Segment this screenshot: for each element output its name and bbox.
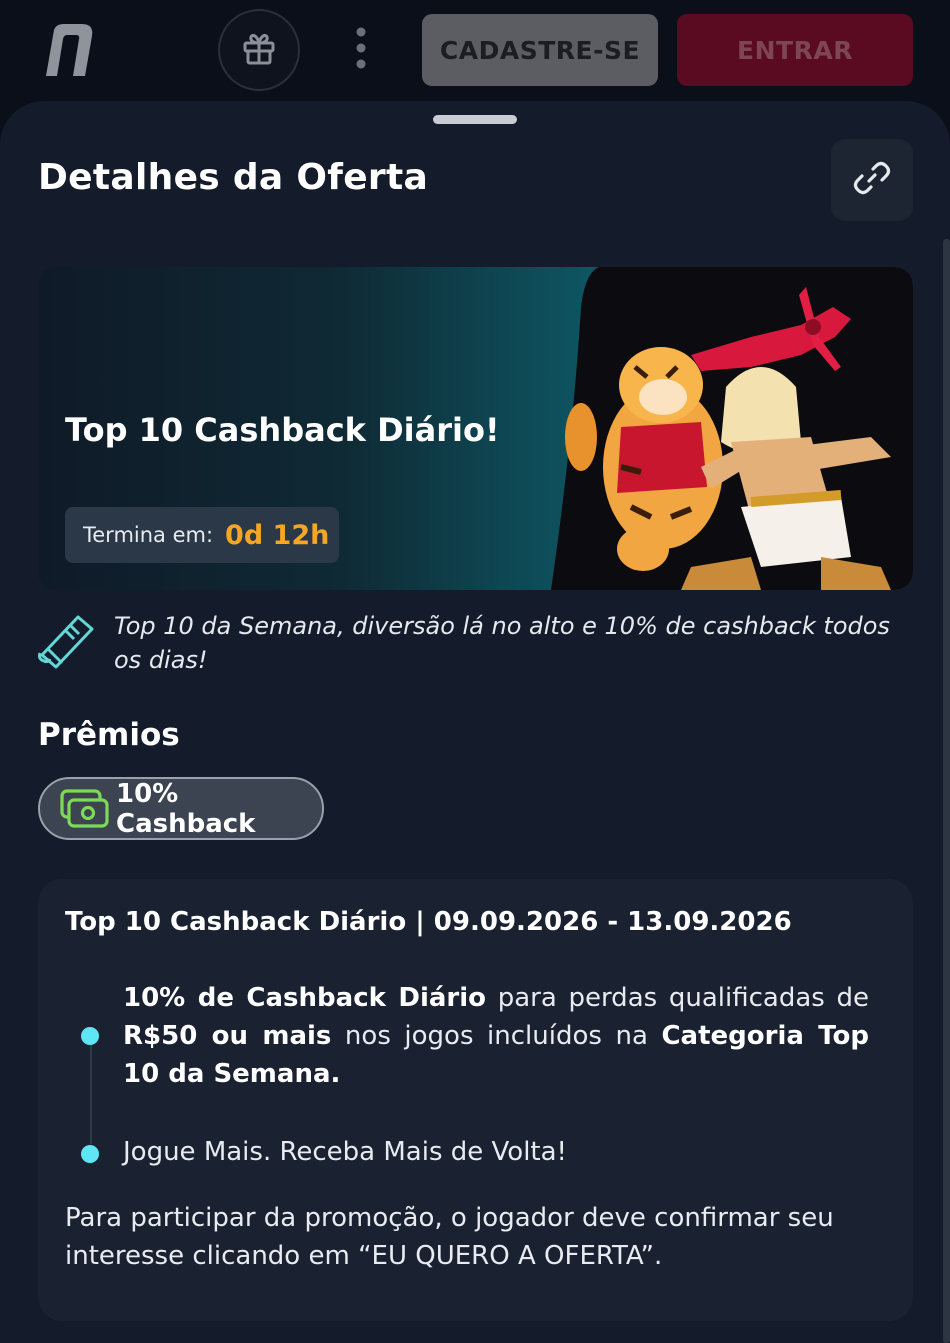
ticket-icon: [38, 611, 96, 669]
countdown-badge: Termina em: 0d 12h: [65, 507, 339, 563]
more-vertical-icon: [355, 26, 367, 74]
banner-title: Top 10 Cashback Diário!: [65, 411, 500, 449]
countdown-value: 0d 12h: [225, 519, 330, 551]
terms-bullet: 10% de Cashback Diário para perdas quali…: [123, 979, 869, 1093]
offer-description-text: Top 10 da Semana, diversão lá no alto e …: [114, 612, 890, 674]
page-title: Detalhes da Oferta: [38, 157, 429, 198]
timeline-dot: [81, 1145, 99, 1163]
gift-icon: [240, 29, 278, 71]
more-options-button[interactable]: [322, 9, 400, 91]
offer-banner[interactable]: Top 10 Cashback Diário! Termina em: 0d 1…: [38, 267, 913, 590]
terms-title: Top 10 Cashback Diário | 09.09.2026 - 13…: [65, 907, 792, 937]
terms-bullet: Jogue Mais. Receba Mais de Volta!: [123, 1137, 567, 1167]
prize-chip[interactable]: 10% Cashback: [38, 777, 324, 840]
gift-button[interactable]: [218, 9, 300, 91]
login-button[interactable]: ENTRAR: [677, 14, 913, 86]
countdown-label: Termina em:: [83, 523, 214, 547]
participation-note: Para participar da promoção, o jogador d…: [65, 1203, 834, 1271]
copy-link-button[interactable]: [831, 139, 913, 221]
drag-handle[interactable]: [433, 115, 517, 124]
terms-text: para perdas qualificadas de: [486, 983, 869, 1013]
offer-description: Top 10 da Semana, diversão lá no alto e …: [38, 609, 913, 679]
register-button[interactable]: CADASTRE-SE: [422, 14, 658, 86]
offer-terms-card: Top 10 Cashback Diário | 09.09.2026 - 13…: [38, 879, 913, 1321]
timeline-connector: [90, 1044, 92, 1144]
terms-highlight: 10% de Cashback Diário: [123, 983, 487, 1013]
brand-logo[interactable]: [42, 24, 96, 76]
prizes-heading: Prêmios: [38, 717, 180, 753]
terms-text: nos jogos incluídos na: [331, 1021, 662, 1051]
top-bar: CADASTRE-SE ENTRAR: [0, 0, 950, 100]
cash-icon: [60, 788, 110, 829]
timeline-dot: [81, 1027, 99, 1045]
link-icon: [853, 159, 891, 201]
scrollbar[interactable]: [943, 239, 950, 1343]
promo-artwork: [551, 267, 913, 590]
prize-chip-label: 10% Cashback: [116, 778, 256, 839]
offer-details-sheet: Detalhes da Oferta Top 10 Cashback Diári…: [0, 101, 950, 1343]
terms-highlight: R$50 ou mais: [123, 1021, 332, 1051]
